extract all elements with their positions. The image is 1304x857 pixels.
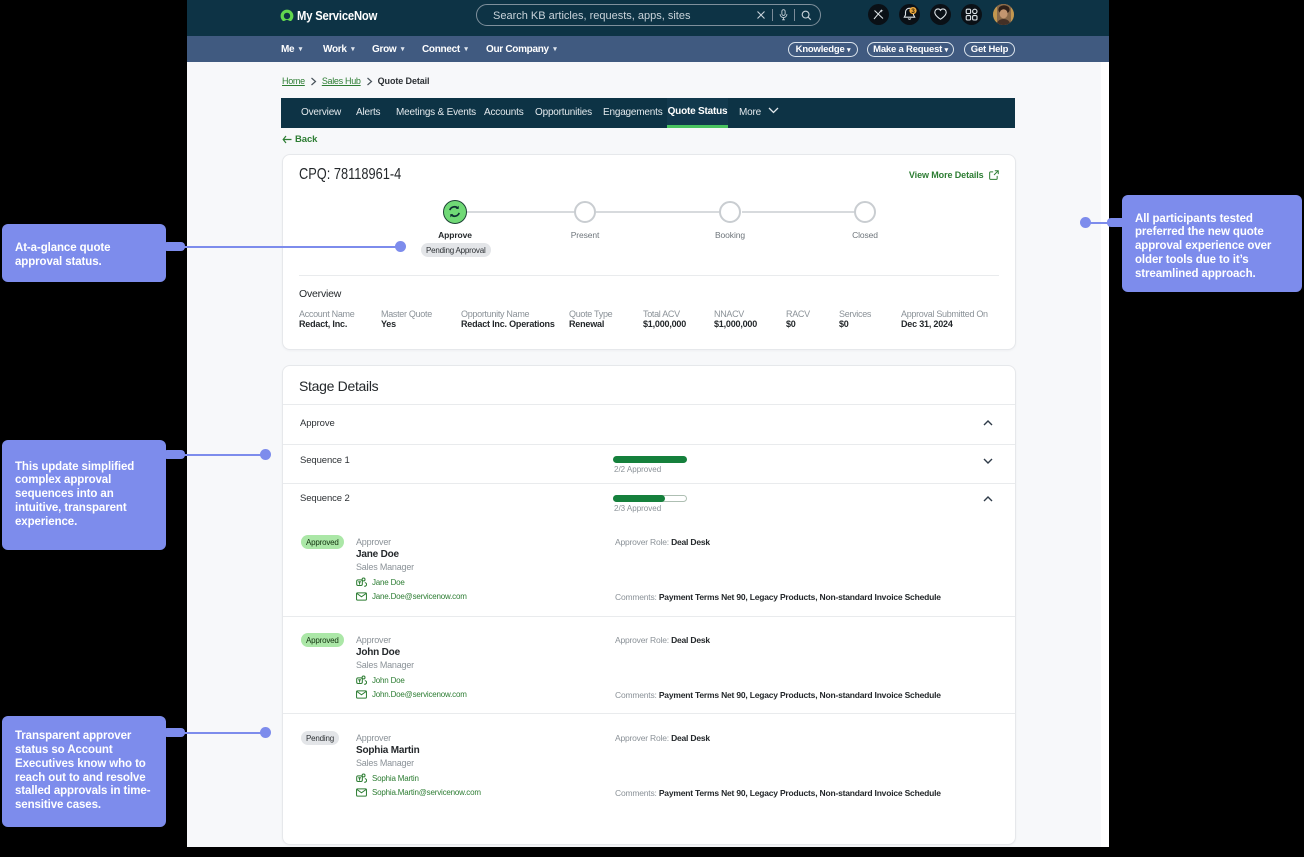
svg-text:3: 3 (911, 8, 915, 15)
